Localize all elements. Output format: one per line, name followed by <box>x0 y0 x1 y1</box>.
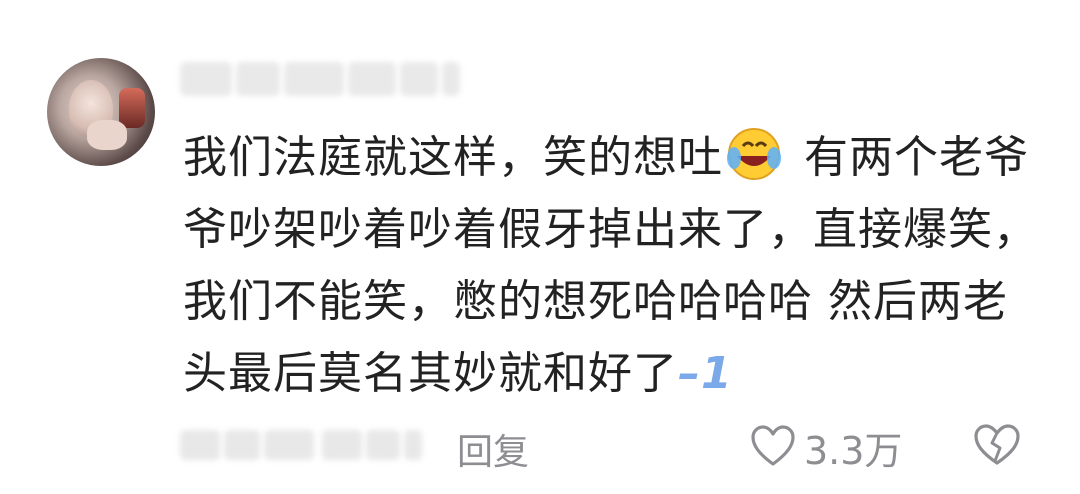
user-avatar[interactable] <box>47 58 155 166</box>
avatar-hand <box>87 120 127 150</box>
comment-text: 我们法庭就这样，笑的想吐 有两个老爷爷吵架吵着吵着假牙掉出来了，直接爆笑，我们不… <box>183 122 1043 410</box>
avatar-background-detail <box>119 88 145 128</box>
blurred-username[interactable] <box>180 62 460 96</box>
comment-line1-part2: 有两个老 <box>789 132 984 183</box>
blurred-location <box>322 430 422 460</box>
broken-heart-icon <box>972 424 1022 471</box>
blurred-timestamp <box>180 430 314 460</box>
like-button[interactable]: 3.3万 <box>750 420 902 475</box>
inline-mark: –1 <box>678 348 733 399</box>
like-count: 3.3万 <box>804 429 903 473</box>
dislike-button[interactable] <box>972 423 1022 471</box>
reply-button[interactable]: 回复 <box>457 423 529 475</box>
comment-line1-part1: 我们法庭就这样，笑的想吐 <box>183 132 723 183</box>
laughing-crying-emoji-icon <box>725 124 783 182</box>
heart-outline-icon <box>750 424 796 471</box>
